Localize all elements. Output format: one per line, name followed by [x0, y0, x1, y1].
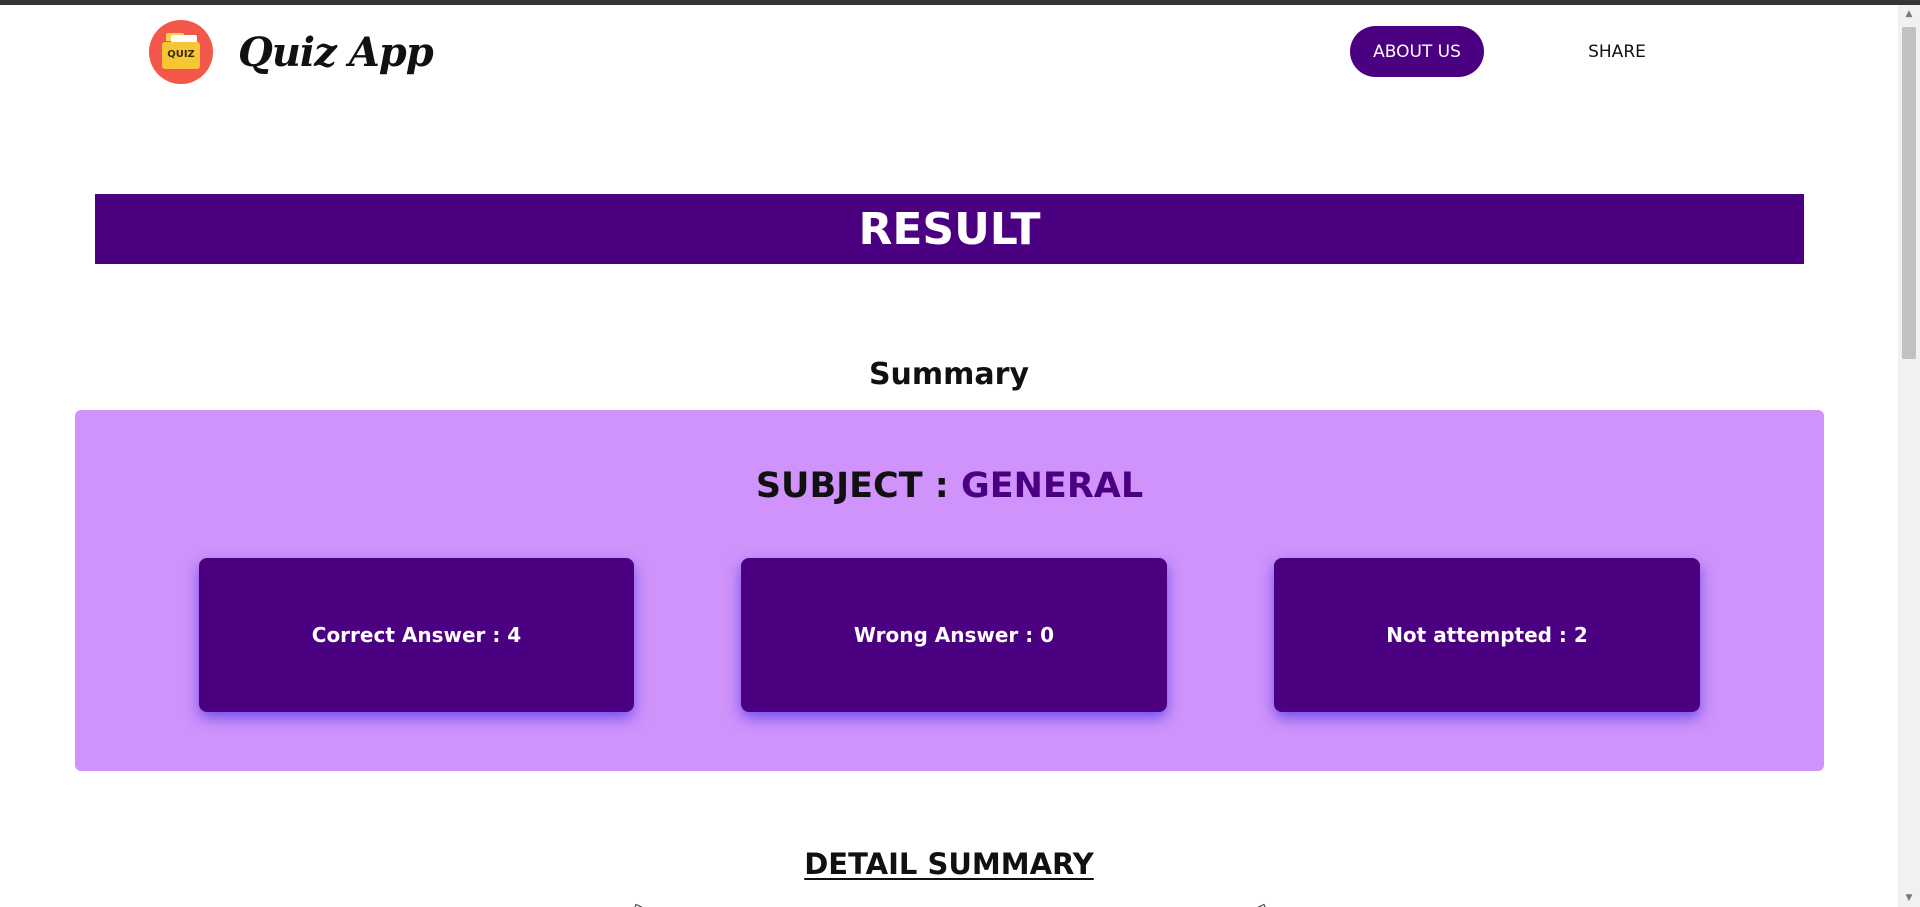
page: QUIZ Quiz App ABOUT US SHARE RESULT Summ… [0, 5, 1898, 907]
app-title[interactable]: Quiz App [238, 28, 434, 78]
result-banner: RESULT [95, 194, 1804, 264]
correct-answer-card: Correct Answer : 4 [199, 558, 634, 712]
vertical-scrollbar[interactable]: ▲ ▼ [1898, 5, 1920, 907]
not-attempted-card: Not attempted : 2 [1274, 558, 1700, 712]
about-us-button[interactable]: ABOUT US [1350, 26, 1484, 77]
subject-line: SUBJECT : GENERAL [75, 466, 1824, 506]
arrow-up-icon[interactable]: ▲ [1898, 5, 1920, 23]
detail-summary-heading: DETAIL SUMMARY [804, 847, 1094, 881]
subject-label: SUBJECT : [755, 466, 961, 506]
summary-heading: Summary [868, 357, 1030, 392]
logo-text: QUIZ [167, 49, 195, 60]
quiz-folder-icon[interactable]: QUIZ [149, 20, 213, 84]
correct-answer-text: Correct Answer : 4 [311, 623, 522, 647]
share-link[interactable]: SHARE [1572, 26, 1662, 77]
subject-value: GENERAL [960, 466, 1144, 506]
scrollbar-thumb[interactable] [1902, 27, 1916, 359]
not-attempted-text: Not attempted : 2 [1386, 623, 1588, 647]
wrong-answer-card: Wrong Answer : 0 [741, 558, 1167, 712]
summary-panel: SUBJECT : GENERAL Correct Answer : 4 Wro… [75, 410, 1824, 771]
arrow-down-icon[interactable]: ▼ [1898, 889, 1920, 907]
wrong-answer-text: Wrong Answer : 0 [853, 623, 1055, 647]
